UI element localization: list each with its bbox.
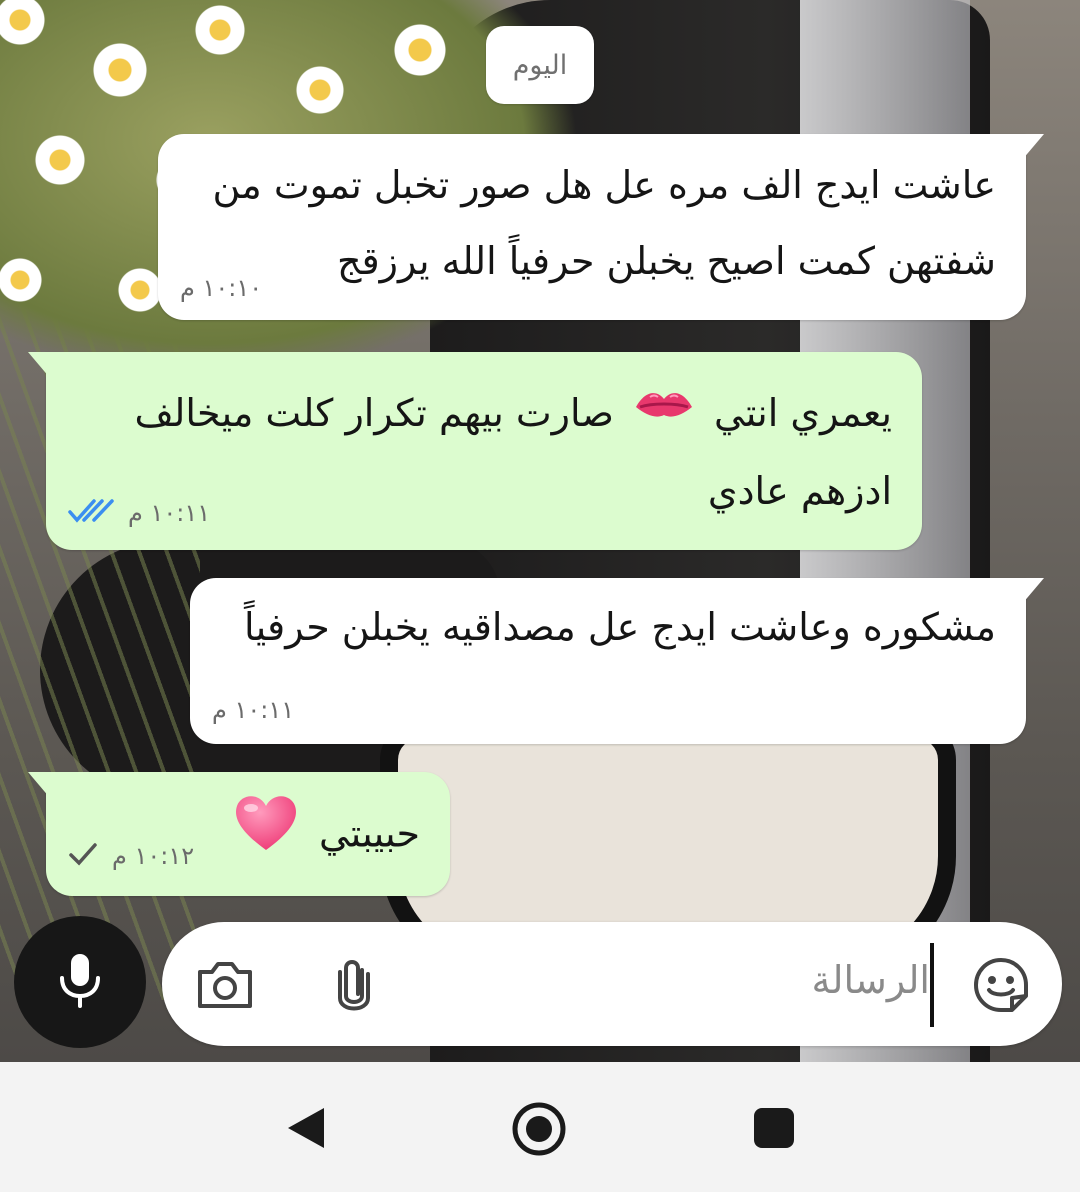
pink-heart-icon (231, 792, 301, 880)
recents-icon[interactable] (752, 1106, 796, 1154)
message-composer: الرسالة (162, 922, 1062, 1046)
message-meta: ١٠:١٠ م (180, 274, 262, 302)
message-time: ١٠:١٠ م (180, 274, 263, 302)
read-double-check-icon (68, 498, 114, 528)
bubble-tail (28, 772, 50, 798)
message-bubble-outgoing[interactable]: حبيبتي ١٠:١٢ م (28, 772, 450, 896)
text-cursor (930, 943, 934, 1027)
message-bubble-incoming[interactable]: مشكوره وعاشت ايدج عل مصداقيه يخبلن حرفيا… (190, 578, 1044, 744)
message-text-line: شفتهن كمت اصيح يخبلن حرفياً الله يرزقج (336, 239, 996, 283)
message-time: ١٠:١١ م (128, 499, 211, 527)
message-bubble-incoming[interactable]: عاشت ايدج الف مره عل هل صور تخبل تموت من… (158, 134, 1044, 320)
kiss-mark-icon (632, 377, 696, 455)
message-input[interactable]: الرسالة (812, 958, 930, 1002)
bubble-tail (28, 352, 50, 378)
message-meta: ١٠:١٢ م (68, 842, 194, 870)
sticker-icon[interactable] (972, 956, 1030, 1018)
bubble-tail (1022, 578, 1044, 604)
microphone-icon (56, 952, 104, 1012)
back-icon[interactable] (284, 1104, 328, 1156)
message-meta: ١٠:١١ م (68, 498, 210, 528)
attachment-icon[interactable] (334, 956, 374, 1018)
message-text-line: حبيبتي (225, 792, 420, 880)
message-time: ١٠:١١ م (212, 696, 295, 724)
home-icon[interactable] (510, 1100, 568, 1162)
message-text-line: يعمري انتي صارت بيهم تكرار كلت ميخالف (134, 374, 892, 455)
message-text-part: حبيبتي (318, 811, 420, 856)
message-text-part: صارت بيهم تكرار كلت ميخالف (134, 391, 614, 435)
system-navigation-bar (0, 1062, 1080, 1192)
message-bubble-outgoing[interactable]: يعمري انتي صارت بيهم تكرار كلت ميخالف اد… (28, 352, 922, 550)
message-text-part: يعمري انتي (714, 391, 892, 435)
date-label: اليوم (512, 49, 568, 81)
message-text-line: ادزهم عادي (707, 469, 892, 513)
message-text-line: عاشت ايدج الف مره عل هل صور تخبل تموت من (212, 163, 996, 207)
bubble-tail (1022, 134, 1044, 160)
sent-single-check-icon (68, 842, 98, 870)
message-text-line: مشكوره وعاشت ايدج عل مصداقيه يخبلن حرفيا… (244, 605, 996, 649)
voice-record-button[interactable] (14, 916, 146, 1048)
camera-icon[interactable] (196, 958, 254, 1014)
message-meta: ١٠:١١ م (212, 696, 294, 724)
date-separator: اليوم (486, 26, 594, 104)
message-time: ١٠:١٢ م (112, 842, 195, 870)
